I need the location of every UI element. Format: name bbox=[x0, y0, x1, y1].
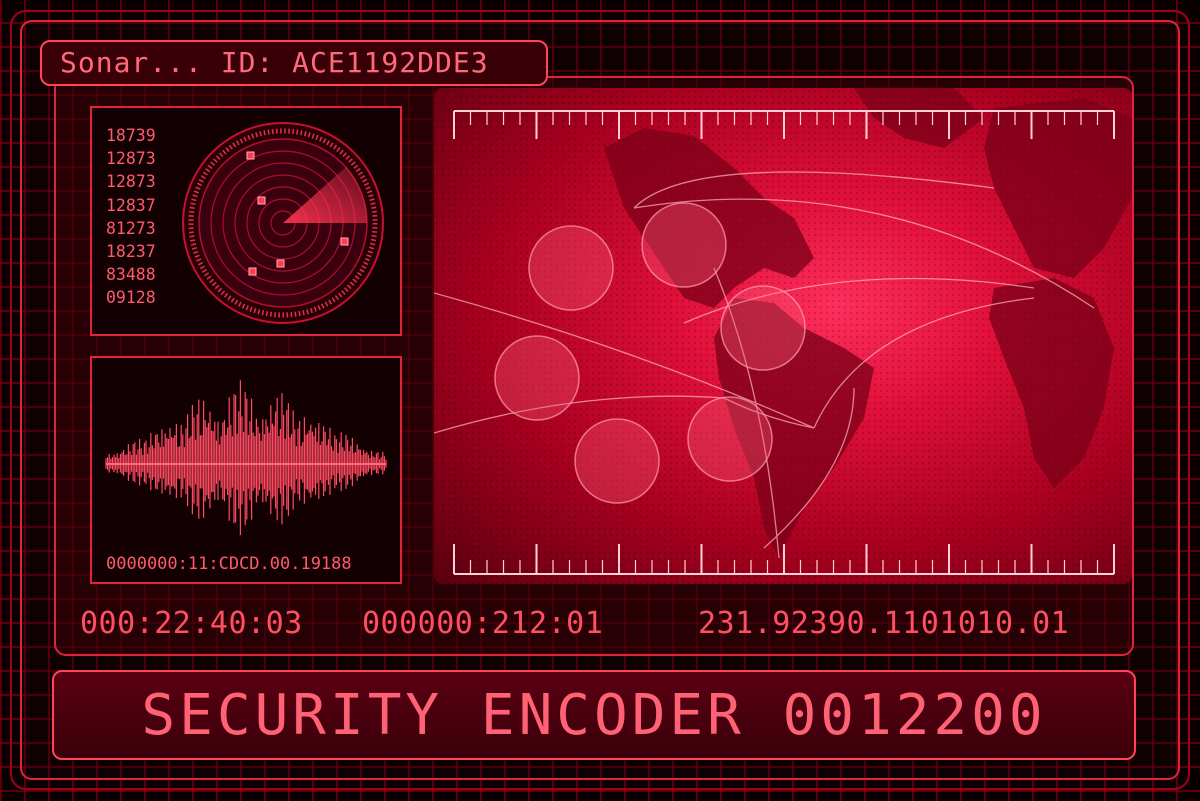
radar-number: 12873 bbox=[106, 172, 156, 192]
readout-coordinates: 231.92390.1101010.01 bbox=[698, 606, 1070, 641]
waveform-caption: 0000000:11:CDCD.00.19188 bbox=[106, 554, 352, 574]
radar-number: 12837 bbox=[106, 195, 156, 215]
waveform-panel: 0000000:11:CDCD.00.19188 bbox=[90, 356, 402, 584]
radar-number: 81273 bbox=[106, 218, 156, 238]
radar-scope-icon bbox=[182, 122, 384, 324]
radar-number: 83488 bbox=[106, 265, 156, 285]
security-encoder-banner: SECURITY ENCODER 0012200 bbox=[52, 670, 1136, 760]
readout-timecode: 000:22:40:03 bbox=[80, 606, 303, 641]
radar-number: 18739 bbox=[106, 126, 156, 145]
world-map-panel bbox=[434, 88, 1132, 584]
world-map-icon bbox=[434, 88, 1132, 584]
banner-title: SECURITY ENCODER 0012200 bbox=[141, 683, 1047, 748]
radar-panel: 18739 12873 12873 12837 81273 18237 8348… bbox=[90, 106, 402, 336]
sonar-id-title: Sonar... ID: ACE1192DDE3 bbox=[40, 40, 548, 86]
radar-number: 09128 bbox=[106, 288, 156, 308]
waveform-icon bbox=[105, 380, 387, 536]
radar-number-list: 18739 12873 12873 12837 81273 18237 8348… bbox=[106, 124, 186, 310]
radar-number: 18237 bbox=[106, 242, 156, 262]
readout-counter: 000000:212:01 bbox=[362, 606, 604, 641]
radar-number: 12873 bbox=[106, 149, 156, 169]
